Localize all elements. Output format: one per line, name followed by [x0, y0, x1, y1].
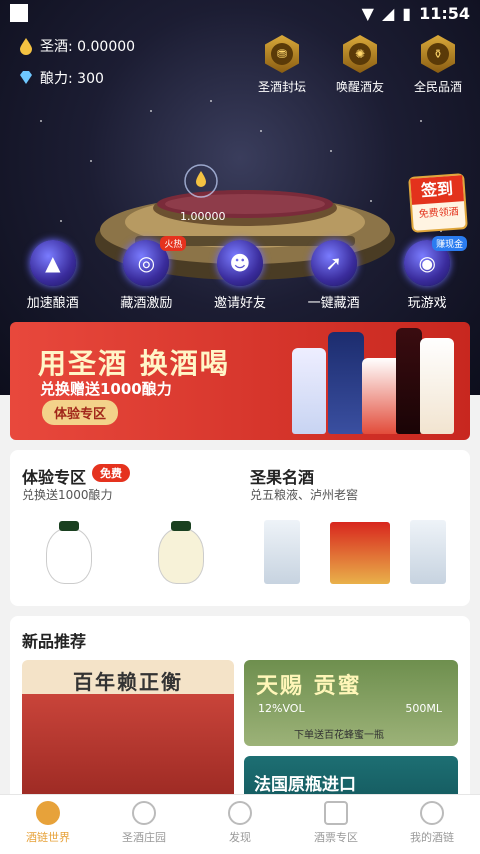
bottle-image — [292, 348, 326, 434]
tab-discover[interactable]: 发现 — [192, 795, 288, 854]
rocket-icon: ▲ — [29, 240, 76, 286]
experience-zone[interactable]: 体验专区 免费 兑换送1000酿力 — [10, 450, 240, 606]
action-invite[interactable]: ☻ 邀请好友 — [196, 240, 284, 311]
tab-wine-world[interactable]: 酒链世界 — [0, 795, 96, 854]
bottle-image — [420, 338, 454, 434]
tab-estate[interactable]: 圣酒庄园 — [96, 795, 192, 854]
drop-bubble-icon — [184, 164, 218, 198]
wake-friend-icon: ✺ — [343, 35, 377, 73]
free-badge: 免费 — [92, 464, 130, 482]
power-balance: 酿力: 300 — [18, 68, 104, 88]
cursor-icon: ➚ — [310, 240, 357, 286]
zone-card: 体验专区 免费 兑换送1000酿力 圣果名酒 兑五粮液、泸州老窖 — [10, 450, 470, 606]
user-icon — [420, 801, 444, 825]
bottom-tab-bar: 酒链世界 圣酒庄园 发现 酒票专区 我的酒链 — [0, 794, 480, 854]
cash-badge: 赚现金 — [432, 236, 468, 251]
wine-box-image — [264, 520, 300, 584]
wine-box-image — [410, 520, 446, 584]
action-hide-reward[interactable]: 火热 ◎ 藏酒激励 — [102, 236, 190, 311]
diamond-icon — [20, 71, 32, 84]
notification-icon — [10, 4, 28, 22]
action-speed-brew[interactable]: ▲ 加速酿酒 — [9, 240, 97, 311]
wine-box-image — [330, 522, 390, 584]
shortcut-tasting[interactable]: ⚱ 全民品酒 — [406, 35, 470, 95]
tab-my-chain[interactable]: 我的酒链 — [384, 795, 480, 854]
signin-button[interactable]: 签到 免费领酒 — [408, 173, 468, 233]
action-play-game[interactable]: 赚现金 ◉ 玩游戏 — [383, 236, 471, 311]
bottle-image — [328, 332, 364, 434]
promo-banner[interactable]: 用圣酒 换酒喝 兑换赠送1000酿力 体验专区 — [10, 322, 470, 440]
estate-icon — [132, 801, 156, 825]
product-tile-tianci[interactable]: 天赐 贡蜜 12%VOL 500ML 下单送百花蜂蜜一瓶 — [244, 660, 458, 746]
runner-icon: ☻ — [216, 240, 263, 286]
action-one-click-store[interactable]: ➚ 一键藏酒 — [290, 240, 378, 311]
wine-world-icon — [36, 801, 60, 825]
famous-wine-zone[interactable]: 圣果名酒 兑五粮液、泸州老窖 — [240, 450, 470, 606]
tab-ticket-zone[interactable]: 酒票专区 — [288, 795, 384, 854]
store-icon — [324, 801, 348, 825]
status-bar: ▼ ◢ ▮ 11:54 — [0, 0, 480, 28]
bottle-image — [396, 328, 422, 434]
app-screen: ▼ ◢ ▮ 11:54 圣酒: 0.00000 酿力: 300 ⛃ 圣酒封坛 ✺… — [0, 0, 480, 854]
battery-icon: ▮ — [402, 4, 412, 23]
shortcut-wake-friend[interactable]: ✺ 唤醒酒友 — [328, 35, 392, 95]
action-row: ▲ 加速酿酒 火热 ◎ 藏酒激励 ☻ 邀请好友 ➚ 一键藏酒 赚现金 ◉ 玩游戏 — [0, 236, 480, 311]
clock: 11:54 — [419, 4, 470, 23]
hot-badge: 火热 — [160, 236, 187, 251]
panda-jar-image — [46, 521, 92, 584]
gourd-jar-image — [158, 521, 204, 584]
top-shortcuts: ⛃ 圣酒封坛 ✺ 唤醒酒友 ⚱ 全民品酒 — [250, 35, 470, 95]
jar-seal-icon: ⛃ — [265, 35, 299, 73]
experience-zone-button[interactable]: 体验专区 — [42, 400, 119, 425]
taste-icon: ⚱ — [421, 35, 455, 73]
drop-icon — [20, 38, 32, 55]
shortcut-jar-seal[interactable]: ⛃ 圣酒封坛 — [250, 35, 314, 95]
vat-value: 1.00000 — [180, 210, 226, 223]
discover-icon — [228, 801, 252, 825]
wine-balance: 圣酒: 0.00000 — [18, 36, 135, 56]
signal-icon: ◢ — [381, 4, 395, 23]
wifi-icon: ▼ — [361, 4, 374, 23]
